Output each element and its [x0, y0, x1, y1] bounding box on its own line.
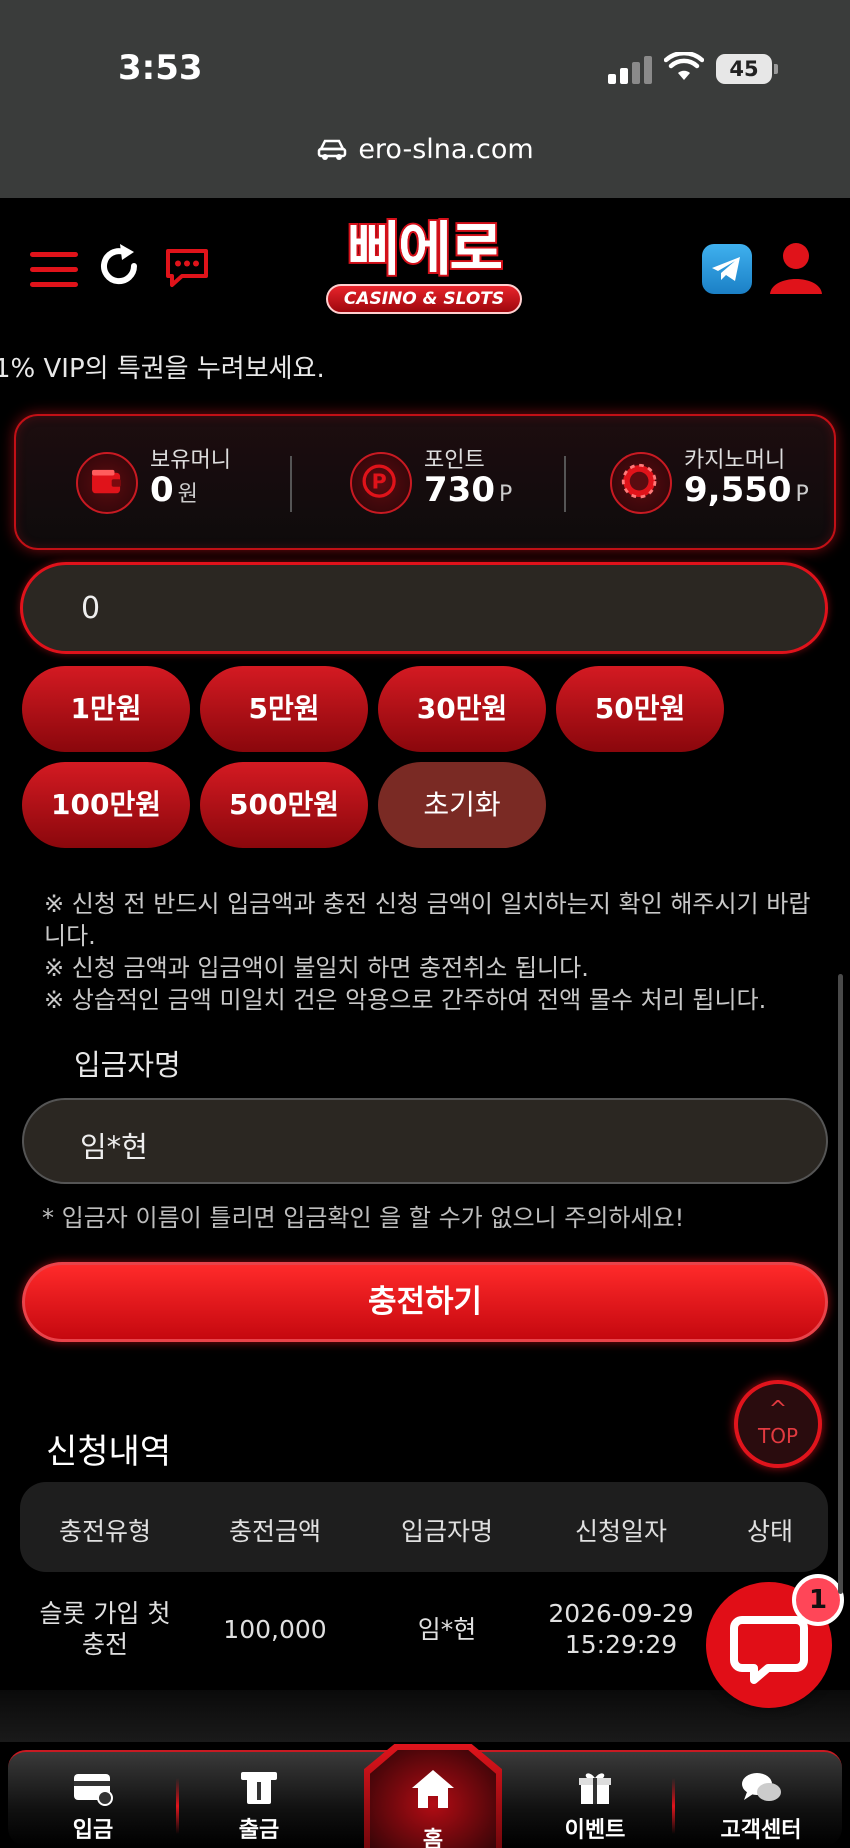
- notification-badge: 1: [792, 1574, 844, 1626]
- column-header: 충전유형: [58, 1517, 151, 1546]
- amount-chip-10k[interactable]: 1만원: [22, 666, 190, 752]
- balance-money: 보유머니 0원: [76, 442, 276, 526]
- nav-event[interactable]: 이벤트: [530, 1770, 660, 1848]
- amount-chip-5m[interactable]: 500만원: [200, 762, 368, 848]
- depositor-warning: * 입금자 이름이 틀리면 입금확인 을 할 수가 없으니 주의하세요!: [42, 1204, 685, 1232]
- balance-casino-value: 9,550 P: [684, 470, 809, 510]
- depositor-name-value: 임*현: [80, 1130, 148, 1164]
- nav-home[interactable]: 홈: [364, 1744, 502, 1848]
- withdraw-icon: [241, 1772, 277, 1804]
- deposit-amount-input[interactable]: 0: [20, 562, 828, 654]
- amount-chip-500k[interactable]: 50만원: [556, 666, 724, 752]
- balance-points-value: 730 P: [424, 470, 513, 510]
- balance-points: P 포인트 730 P: [350, 442, 550, 526]
- amount-chip-1m[interactable]: 100만원: [22, 762, 190, 848]
- casino-chip-icon: [610, 452, 672, 514]
- depositor-name-field[interactable]: 임*현: [22, 1098, 828, 1184]
- cellular-signal-icon: [608, 56, 654, 84]
- page-scrollbar[interactable]: [838, 974, 843, 1594]
- nav-divider: [672, 1778, 675, 1834]
- url-text: ero-slna.com: [358, 134, 534, 165]
- status-bar: 3:53 45 ero-slna.com: [0, 0, 850, 198]
- cell-name: 임*현: [417, 1615, 477, 1644]
- battery-indicator: 45: [716, 54, 778, 84]
- site-header: 삐에로 CASINO & SLOTS: [0, 198, 850, 348]
- address-bar[interactable]: ero-slna.com: [0, 134, 850, 165]
- column-header: 충전금액: [228, 1517, 321, 1546]
- cell-type: 슬롯 가입 첫 충전: [39, 1599, 171, 1659]
- charge-submit-button[interactable]: 충전하기: [22, 1262, 828, 1342]
- balance-card: 보유머니 0원 P 포인트 730 P 카지노머니 9,550 P: [14, 414, 836, 550]
- chevron-up-icon: ^: [768, 1397, 788, 1422]
- balance-casino: 카지노머니 9,550 P: [610, 442, 830, 526]
- bottom-nav-bar: 입금 출금 홈 이벤트 고객센터: [8, 1744, 842, 1848]
- note-line: ※ 신청 전 반드시 입금액과 충전 신청 금액이 일치하는지 확인 해주시기 …: [44, 890, 811, 950]
- divider: [290, 456, 292, 512]
- user-icon[interactable]: [768, 240, 824, 296]
- history-title: 신청내역: [46, 1432, 172, 1472]
- reset-button[interactable]: 초기화: [378, 762, 546, 848]
- logo-sub-text: CASINO & SLOTS: [326, 284, 522, 314]
- svg-text:P: P: [372, 470, 387, 494]
- points-icon: P: [350, 452, 412, 514]
- telegram-icon[interactable]: [702, 244, 752, 294]
- menu-icon[interactable]: [30, 252, 78, 288]
- column-header: 상태: [746, 1517, 793, 1546]
- column-header: 입금자명: [400, 1517, 493, 1546]
- status-time: 3:53: [118, 48, 203, 88]
- note-line: ※ 상습적인 금액 미일치 건은 악용으로 간주하여 전액 몰수 처리 됩니다.: [44, 986, 767, 1014]
- scroll-top-button[interactable]: ^ TOP: [734, 1380, 822, 1468]
- refresh-icon[interactable]: [98, 244, 142, 290]
- history-table-header: 충전유형 충전금액 입금자명 신청일자 상태: [20, 1482, 828, 1572]
- deposit-notes: ※ 신청 전 반드시 입금액과 충전 신청 금액이 일치하는지 확인 해주시기 …: [44, 888, 824, 1016]
- deposit-amount-value: 0: [81, 591, 101, 626]
- logo-main-text: 삐에로: [345, 214, 505, 284]
- cell-amount: 100,000: [223, 1615, 327, 1644]
- amount-chip-50k[interactable]: 5만원: [200, 666, 368, 752]
- nav-withdraw[interactable]: 출금: [194, 1770, 324, 1848]
- bottom-navigation: 입금 출금 홈 이벤트 고객센터: [0, 1742, 850, 1848]
- gift-icon: [579, 1773, 611, 1804]
- cell-date: 2026-09-29 15:29:29: [548, 1599, 694, 1659]
- support-chat-icon: [742, 1773, 781, 1801]
- car-icon: [318, 139, 347, 160]
- wifi-icon: [664, 52, 704, 80]
- column-header: 신청일자: [574, 1517, 667, 1546]
- site-logo[interactable]: 삐에로 CASINO & SLOTS: [324, 214, 524, 320]
- scroll-top-label: TOP: [757, 1424, 799, 1448]
- note-line: ※ 신청 금액과 입금액이 불일치 하면 충전취소 됩니다.: [44, 954, 589, 982]
- wallet-icon: [76, 452, 138, 514]
- nav-support[interactable]: 고객센터: [696, 1770, 826, 1848]
- home-icon: [412, 1770, 454, 1808]
- amount-chip-300k[interactable]: 30만원: [378, 666, 546, 752]
- nav-deposit[interactable]: 입금: [28, 1770, 158, 1848]
- deposit-card-icon: [74, 1774, 113, 1806]
- depositor-label: 입금자명: [74, 1048, 181, 1082]
- announcement-marquee: 1% VIP의 특권을 누려보세요.: [0, 354, 325, 384]
- balance-money-value: 0원: [150, 470, 198, 510]
- chat-icon[interactable]: [164, 248, 210, 288]
- divider: [564, 456, 566, 512]
- nav-divider: [176, 1778, 179, 1834]
